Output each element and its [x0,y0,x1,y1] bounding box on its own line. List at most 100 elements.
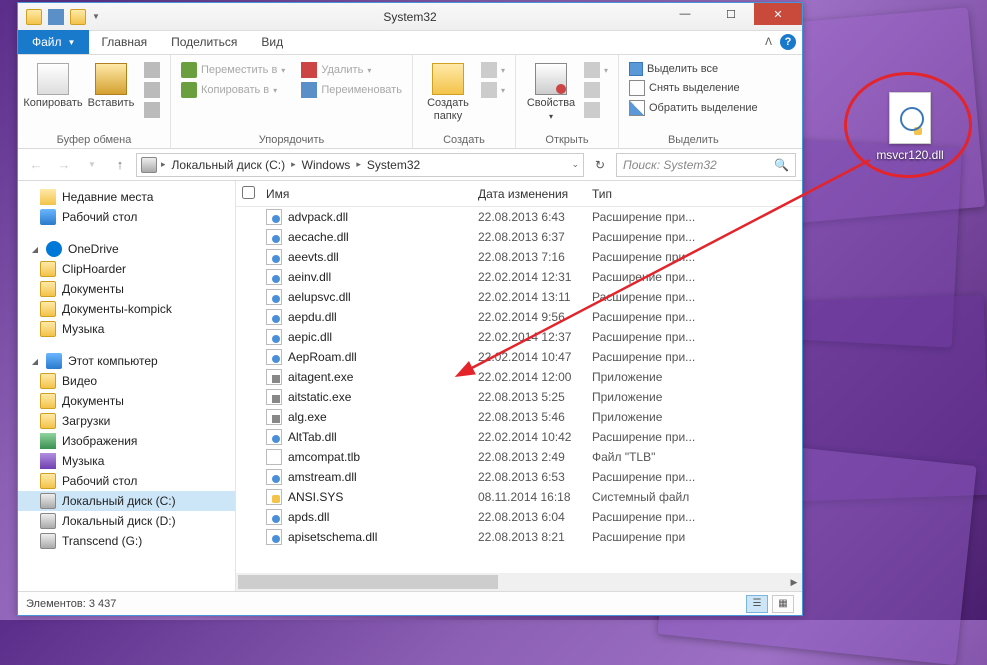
column-name[interactable]: Имя [262,187,478,201]
file-icon [266,509,282,525]
nav-recent-button[interactable]: ▼ [80,153,104,177]
chevron-right-icon[interactable]: ▸ [291,159,296,170]
qat-dropdown-icon[interactable]: ▼ [92,12,100,21]
properties-icon[interactable] [48,9,64,25]
file-row[interactable]: aelupsvc.dll22.02.2014 13:11Расширение п… [236,287,802,307]
chevron-right-icon[interactable]: ▸ [356,159,361,170]
column-type[interactable]: Тип [592,187,802,201]
column-date[interactable]: Дата изменения [478,187,592,201]
nav-item[interactable]: Документы [18,279,235,299]
nav-item[interactable]: Документы [18,391,235,411]
folder-ico-icon [40,473,56,489]
maximize-button[interactable]: ☐ [708,3,754,25]
nav-item[interactable]: Музыка [18,451,235,471]
nav-item[interactable]: Изображения [18,431,235,451]
history-button[interactable] [582,101,610,119]
help-icon[interactable]: ? [780,34,796,50]
copy-to-button[interactable]: Копировать в ▾ [179,81,287,99]
nav-back-button[interactable]: ← [24,153,48,177]
expand-icon[interactable]: ◢ [30,357,40,366]
minimize-button[interactable]: — [662,3,708,25]
paste-button[interactable]: Вставить [84,59,138,110]
file-date: 22.08.2013 5:46 [478,410,592,424]
nav-item[interactable]: ◢ Этот компьютер [18,351,235,371]
file-row[interactable]: ANSI.SYS08.11.2014 16:18Системный файл [236,487,802,507]
desktop-file-msvcr120[interactable]: msvcr120.dll [865,92,955,162]
file-name: advpack.dll [288,210,348,224]
move-to-button[interactable]: Переместить в ▾ [179,61,287,79]
tab-view[interactable]: Вид [249,30,295,54]
copy-button[interactable]: Копировать [26,59,80,110]
refresh-button[interactable]: ↻ [588,153,612,177]
file-icon [266,389,282,405]
breadcrumb-item[interactable]: Windows [300,158,353,172]
rename-button[interactable]: Переименовать [299,81,404,99]
collapse-ribbon-icon[interactable]: ᐱ [765,37,772,48]
open-button[interactable]: ▾ [582,61,610,79]
new-folder-button[interactable]: Создать папку [421,59,475,122]
breadcrumb-item[interactable]: Локальный диск (C:) [170,158,288,172]
file-row[interactable]: aecache.dll22.08.2013 6:37Расширение при… [236,227,802,247]
breadcrumb[interactable]: ▸ Локальный диск (C:) ▸ Windows ▸ System… [136,153,584,177]
file-row[interactable]: amstream.dll22.08.2013 6:53Расширение пр… [236,467,802,487]
icons-view-button[interactable]: ▦ [772,595,794,613]
nav-item[interactable]: Загрузки [18,411,235,431]
expand-icon[interactable]: ◢ [30,245,40,254]
file-row[interactable]: aitstatic.exe22.08.2013 5:25Приложение [236,387,802,407]
breadcrumb-item[interactable]: System32 [365,158,422,172]
nav-forward-button[interactable]: → [52,153,76,177]
select-all-checkbox[interactable] [242,186,255,199]
nav-item[interactable]: Локальный диск (D:) [18,511,235,531]
file-row[interactable]: alg.exe22.08.2013 5:46Приложение [236,407,802,427]
file-row[interactable]: apds.dll22.08.2013 6:04Расширение при... [236,507,802,527]
nav-label: Этот компьютер [68,354,158,368]
search-input[interactable]: Поиск: System32 🔍 [616,153,796,177]
scroll-right-icon[interactable]: ▶ [786,574,802,590]
select-none-button[interactable]: Снять выделение [627,79,760,97]
nav-item[interactable]: Локальный диск (C:) [18,491,235,511]
file-row[interactable]: AepRoam.dll22.02.2014 10:47Расширение пр… [236,347,802,367]
paste-shortcut-button[interactable] [142,101,162,119]
easy-access-button[interactable]: ▾ [479,81,507,99]
cut-button[interactable] [142,61,162,79]
nav-item[interactable]: Transcend (G:) [18,531,235,551]
scroll-thumb[interactable] [238,575,498,589]
file-row[interactable]: aeinv.dll22.02.2014 12:31Расширение при.… [236,267,802,287]
nav-item[interactable]: Видео [18,371,235,391]
file-row[interactable]: aitagent.exe22.02.2014 12:00Приложение [236,367,802,387]
horizontal-scrollbar[interactable]: ◀ ▶ [236,573,802,591]
breadcrumb-dropdown-icon[interactable]: ⌄ [571,159,579,170]
select-all-button[interactable]: Выделить все [627,61,760,77]
file-row[interactable]: amcompat.tlb22.08.2013 2:49Файл "TLB" [236,447,802,467]
chevron-right-icon[interactable]: ▸ [161,159,166,170]
new-item-button[interactable]: ▾ [479,61,507,79]
details-view-button[interactable]: ☰ [746,595,768,613]
edit-button[interactable] [582,81,610,99]
nav-up-button[interactable]: ↑ [108,153,132,177]
new-folder-icon[interactable] [70,9,86,25]
nav-label: Музыка [62,322,104,336]
nav-item[interactable]: Документы-kompick [18,299,235,319]
invert-selection-button[interactable]: Обратить выделение [627,99,760,117]
file-row[interactable]: aepic.dll22.02.2014 12:37Расширение при.… [236,327,802,347]
nav-item[interactable]: Рабочий стол [18,471,235,491]
file-row[interactable]: aepdu.dll22.02.2014 9:56Расширение при..… [236,307,802,327]
copy-path-button[interactable] [142,81,162,99]
delete-button[interactable]: Удалить ▾ [299,61,404,79]
properties-button[interactable]: Свойства▾ [524,59,578,122]
tab-share[interactable]: Поделиться [159,30,249,54]
file-row[interactable]: AltTab.dll22.02.2014 10:42Расширение при… [236,427,802,447]
tab-home[interactable]: Главная [89,30,159,54]
nav-item[interactable]: Недавние места [18,187,235,207]
nav-item[interactable]: Музыка [18,319,235,339]
file-row[interactable]: aeevts.dll22.08.2013 7:16Расширение при.… [236,247,802,267]
nav-item[interactable]: Рабочий стол [18,207,235,227]
ribbon: Копировать Вставить Буфер обмена Перемес… [18,55,802,149]
nav-label: Видео [62,374,97,388]
file-row[interactable]: apisetschema.dll22.08.2013 8:21Расширени… [236,527,802,547]
close-button[interactable]: ✕ [754,3,802,25]
nav-item[interactable]: ClipHoarder [18,259,235,279]
file-row[interactable]: advpack.dll22.08.2013 6:43Расширение при… [236,207,802,227]
nav-item[interactable]: ◢OneDrive [18,239,235,259]
tab-file[interactable]: Файл▼ [18,30,89,54]
